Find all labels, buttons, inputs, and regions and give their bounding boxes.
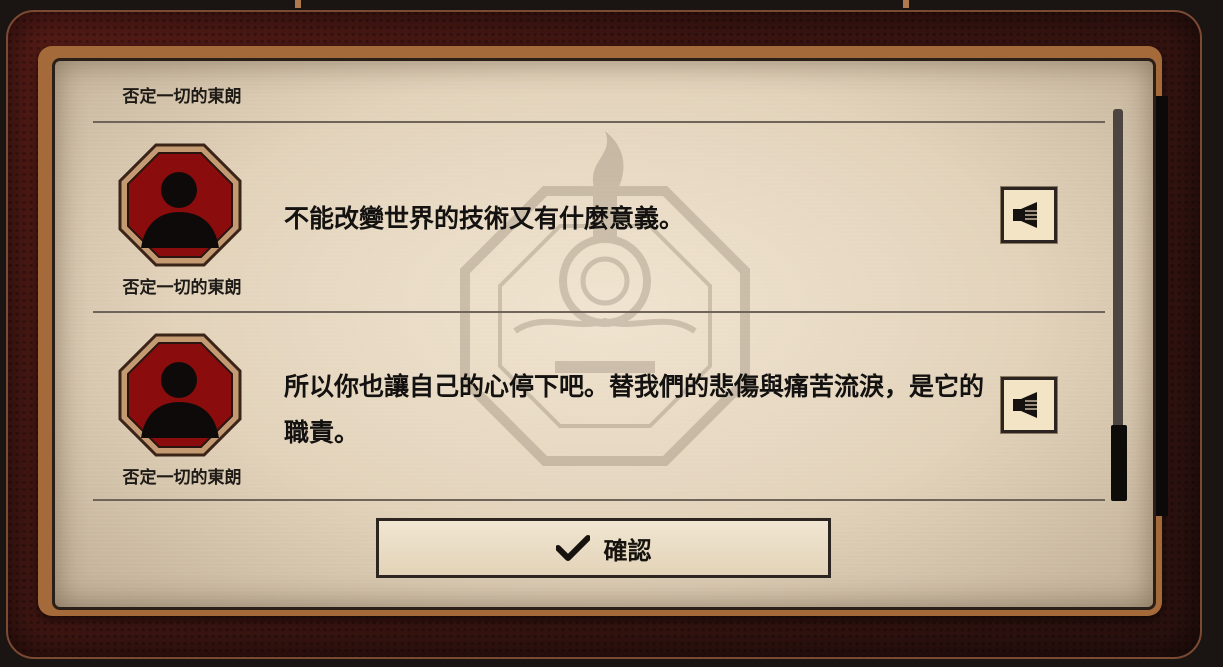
- play-voice-button[interactable]: [1001, 187, 1057, 243]
- checkmark-icon: [555, 535, 590, 561]
- speaker-name: 否定一切的東朗: [122, 278, 242, 298]
- dialogue-line: 所以你也讓自己的心停下吧。替我們的悲傷與痛苦流淚，是它的職責。: [284, 372, 985, 447]
- confirm-button[interactable]: 確認: [376, 518, 831, 578]
- confirm-label: 確認: [603, 536, 652, 565]
- entry-divider: [93, 499, 1105, 501]
- play-voice-button[interactable]: [1001, 377, 1057, 433]
- scrollbar-thumb[interactable]: [1111, 425, 1127, 501]
- dialogue-line: 不能改變世界的技術又有什麼意義。: [284, 204, 685, 233]
- speaker-name: 否定一切的東朗: [122, 87, 242, 107]
- speaker-portrait: [117, 142, 243, 268]
- speaker-icon: [1013, 202, 1037, 228]
- dialog-log-panel: 否定一切的東朗 否定一切的東朗 不能改變世界的技術又有什麼意義。 否定一切的東朗…: [52, 58, 1156, 610]
- speaker-portrait: [117, 332, 243, 458]
- speaker-icon: [1013, 392, 1037, 418]
- speaker-name: 否定一切的東朗: [122, 468, 242, 488]
- frame-bracket-left: [295, 0, 301, 8]
- frame-bracket-right: [903, 0, 909, 8]
- entry-divider: [93, 311, 1105, 313]
- entry-divider: [93, 121, 1105, 123]
